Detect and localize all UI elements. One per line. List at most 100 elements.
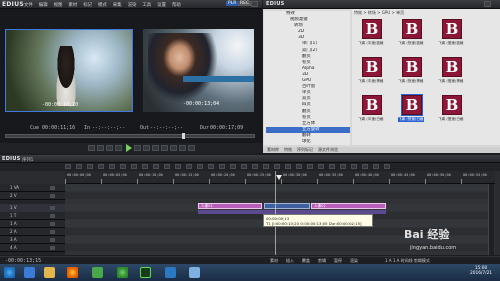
timeline-tool-icon[interactable] bbox=[263, 164, 269, 169]
track-header[interactable]: 2 A bbox=[0, 228, 65, 236]
panel-tab[interactable]: 素材库 bbox=[267, 147, 279, 152]
track-lock-icon[interactable] bbox=[50, 222, 55, 226]
effect-thumbnail[interactable]: B bbox=[442, 19, 462, 39]
minimize-icon[interactable] bbox=[251, 1, 258, 7]
scrubber-handle[interactable] bbox=[182, 133, 185, 139]
effect-thumbnail[interactable]: B bbox=[362, 95, 382, 115]
close-icon[interactable] bbox=[484, 1, 491, 7]
system-clock[interactable]: 15:00 2016/7/21 bbox=[470, 266, 492, 276]
explorer-task-icon[interactable] bbox=[189, 267, 200, 278]
track-lane[interactable] bbox=[65, 192, 488, 199]
timeline-tool-icon[interactable] bbox=[252, 164, 258, 169]
transport-button-icon[interactable] bbox=[152, 145, 159, 151]
menu-item[interactable]: 素材 bbox=[68, 3, 77, 8]
effect-thumbnail[interactable]: B bbox=[362, 19, 382, 39]
edius-task-icon[interactable] bbox=[140, 267, 151, 278]
timeline-tool-icon[interactable] bbox=[241, 164, 247, 169]
record-preview[interactable]: -00:00:13;04 bbox=[143, 29, 254, 112]
timeline-tool-icon[interactable] bbox=[230, 164, 236, 169]
timeline-tool-icon[interactable] bbox=[373, 164, 379, 169]
transport-button-icon[interactable] bbox=[188, 145, 195, 151]
status-item[interactable]: 素材 bbox=[270, 258, 278, 263]
transport-button-icon[interactable] bbox=[88, 145, 95, 151]
effect-thumbnail[interactable]: B bbox=[442, 95, 462, 115]
playhead-marker[interactable] bbox=[276, 175, 282, 180]
track-header[interactable]: 4 A bbox=[0, 244, 65, 252]
menu-item[interactable]: 帮助 bbox=[172, 3, 181, 8]
playback-scrubber[interactable] bbox=[5, 133, 255, 139]
timeline-tool-icon[interactable] bbox=[87, 164, 93, 169]
track-lock-icon[interactable] bbox=[50, 194, 55, 198]
effects-tree[interactable]: 特效 视频滤镜 转场 2D 3D 单门(1) 双门(2) 翻页 卷页 Alpha 3D GPU 百叶窗单… bbox=[264, 11, 350, 145]
app-task-icon[interactable] bbox=[165, 267, 176, 278]
menu-item[interactable]: 编辑 bbox=[39, 3, 48, 8]
timeline-tool-icon[interactable] bbox=[219, 164, 225, 169]
timeline-tool-icon[interactable] bbox=[362, 164, 368, 169]
transport-button-icon[interactable] bbox=[143, 145, 150, 151]
timeline-tool-icon[interactable] bbox=[197, 164, 203, 169]
timeline-tool-icon[interactable] bbox=[175, 164, 181, 169]
timeline-tool-icon[interactable] bbox=[208, 164, 214, 169]
menu-item[interactable]: 模式 bbox=[98, 3, 107, 8]
timeline-tool-icon[interactable] bbox=[340, 164, 346, 169]
status-item[interactable]: 渲染 bbox=[350, 258, 358, 263]
transport-button-icon[interactable] bbox=[106, 145, 113, 151]
timeline-tool-icon[interactable] bbox=[186, 164, 192, 169]
timeline-tool-icon[interactable] bbox=[120, 164, 126, 169]
timeline-tool-icon[interactable] bbox=[307, 164, 313, 169]
timeline-vscrollbar[interactable] bbox=[488, 184, 494, 255]
timeline-tool-icon[interactable] bbox=[65, 164, 71, 169]
clip-2[interactable]: 人像02 bbox=[311, 203, 386, 209]
track-header[interactable]: 1 VA bbox=[0, 184, 65, 192]
timeline-tool-icon[interactable] bbox=[274, 164, 280, 169]
transport-button-icon[interactable] bbox=[161, 145, 168, 151]
effect-thumbnail[interactable]: B bbox=[402, 57, 422, 77]
ie-icon[interactable] bbox=[24, 267, 35, 278]
timeline-tool-icon[interactable] bbox=[351, 164, 357, 169]
track-lock-icon[interactable] bbox=[50, 230, 55, 234]
timeline-tool-icon[interactable] bbox=[153, 164, 159, 169]
transport-button-icon[interactable] bbox=[179, 145, 186, 151]
timeline-tool-icon[interactable] bbox=[164, 164, 170, 169]
menu-item[interactable]: 采集 bbox=[113, 3, 122, 8]
menu-item[interactable]: 设置 bbox=[157, 3, 166, 8]
track-lock-icon[interactable] bbox=[50, 186, 55, 190]
clip-1[interactable]: 人像01 bbox=[198, 203, 262, 209]
effect-thumbnail[interactable]: B bbox=[362, 57, 382, 77]
status-item[interactable]: 覆盖 bbox=[302, 258, 310, 263]
transport-button-icon[interactable] bbox=[97, 145, 104, 151]
menu-item[interactable]: 渲染 bbox=[128, 3, 137, 8]
panel-tab[interactable]: 特效 bbox=[284, 147, 292, 152]
track-lock-icon[interactable] bbox=[50, 214, 55, 218]
transition-clip[interactable] bbox=[264, 203, 310, 209]
timeline-tool-icon[interactable] bbox=[318, 164, 324, 169]
status-item[interactable]: 剪辑 bbox=[318, 258, 326, 263]
transport-button-icon[interactable] bbox=[115, 145, 122, 151]
security-icon[interactable] bbox=[117, 267, 128, 278]
track-lock-icon[interactable] bbox=[50, 238, 55, 242]
media-icon[interactable] bbox=[92, 267, 103, 278]
track-header[interactable]: 2 V bbox=[0, 192, 65, 200]
status-item[interactable]: 插入 bbox=[286, 258, 294, 263]
start-icon[interactable] bbox=[4, 267, 15, 278]
source-preview[interactable]: -00:00:10;20 bbox=[5, 29, 133, 112]
timeline-tool-icon[interactable] bbox=[131, 164, 137, 169]
menu-item[interactable]: 工具 bbox=[142, 3, 151, 8]
panel-tab[interactable]: 序列标记 bbox=[297, 147, 313, 152]
menu-item[interactable]: 视图 bbox=[54, 3, 63, 8]
transport-button-icon[interactable] bbox=[170, 145, 177, 151]
track-header[interactable]: 1 A bbox=[0, 220, 65, 228]
track-header[interactable]: 3 A bbox=[0, 236, 65, 244]
effect-thumbnail[interactable]: B bbox=[401, 94, 423, 116]
timeline-tool-icon[interactable] bbox=[76, 164, 82, 169]
timeline-tool-icon[interactable] bbox=[98, 164, 104, 169]
timeline-tool-icon[interactable] bbox=[285, 164, 291, 169]
timeline-tool-icon[interactable] bbox=[329, 164, 335, 169]
timeline-tool-icon[interactable] bbox=[109, 164, 115, 169]
effect-thumbnail[interactable]: B bbox=[442, 57, 462, 77]
menu-item[interactable]: 标记 bbox=[83, 3, 92, 8]
play-icon[interactable] bbox=[126, 144, 132, 152]
timeline-tool-icon[interactable] bbox=[142, 164, 148, 169]
timeline-tool-icon[interactable] bbox=[384, 164, 390, 169]
plr-badge[interactable]: PLR bbox=[226, 1, 239, 6]
